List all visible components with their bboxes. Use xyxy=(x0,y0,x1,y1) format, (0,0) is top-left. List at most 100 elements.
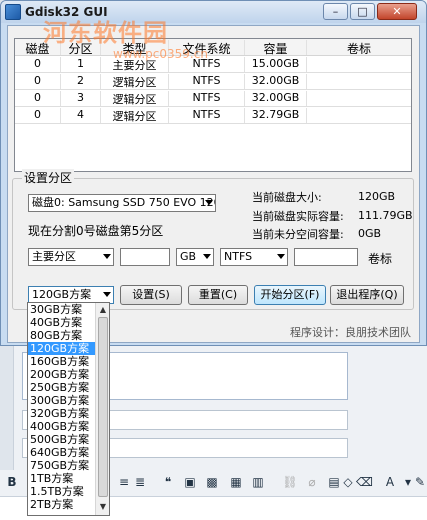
table-cell: NTFS xyxy=(169,74,245,89)
dropdown-option[interactable]: 1TB方案 xyxy=(28,472,96,485)
scheme-dropdown-list[interactable]: 30GB方案 40GB方案 80GB方案 120GB方案 160GB方案 200GB方案 2… xyxy=(27,302,110,516)
volume-label-text: 卷标 xyxy=(368,252,393,266)
dropdown-scrollbar[interactable]: ▲ ▼ xyxy=(95,303,109,515)
dropdown-option[interactable]: 30GB方案 xyxy=(28,303,96,316)
table-cell: NTFS xyxy=(169,108,245,123)
exit-button[interactable]: 退出程序(Q) xyxy=(330,285,404,305)
unlink-icon[interactable]: ⌀ xyxy=(304,474,320,490)
dropdown-option[interactable]: 500GB方案 xyxy=(28,433,96,446)
client-area: 磁盘 分区 类型 文件系统 容量 卷标 0 1 主要分区 NTFS 15.00G… xyxy=(7,25,420,343)
table-row[interactable]: 0 4 逻辑分区 NTFS 32.79GB xyxy=(15,107,411,124)
align-center-icon[interactable]: ≡ xyxy=(116,474,132,490)
dropdown-options: 30GB方案 40GB方案 80GB方案 120GB方案 160GB方案 200GB方案 2… xyxy=(28,303,96,511)
chevron-down-icon xyxy=(103,254,111,259)
column-header-volume[interactable]: 卷标 xyxy=(307,40,411,56)
dropdown-option[interactable]: 750GB方案 xyxy=(28,459,96,472)
dropdown-option[interactable]: 300GB方案 xyxy=(28,394,96,407)
partition-type-value: 主要分区 xyxy=(32,250,76,263)
start-partition-button[interactable]: 开始分区(F) xyxy=(254,285,326,305)
table-cell: 32.79GB xyxy=(245,108,307,123)
dropdown-option[interactable]: 250GB方案 xyxy=(28,381,96,394)
footer-credit: 程序设计：良朋技术团队 xyxy=(290,326,411,339)
dropdown-option[interactable]: 400GB方案 xyxy=(28,420,96,433)
table-cell: 32.00GB xyxy=(245,91,307,106)
dropdown-option[interactable]: 120GB方案 xyxy=(28,342,96,355)
gdisk-window: Gdisk32 GUI – □ ✕ 磁盘 分区 类型 文件系统 容量 卷标 0 … xyxy=(0,0,427,346)
bold-icon[interactable]: B xyxy=(4,474,20,490)
table-cell: NTFS xyxy=(169,91,245,106)
quote-icon[interactable]: ❝ xyxy=(160,474,176,490)
table-cell: 2 xyxy=(61,74,101,89)
minimize-button[interactable]: – xyxy=(323,3,348,20)
table-cell: 15.00GB xyxy=(245,57,307,72)
code-icon[interactable]: ◇ xyxy=(340,474,356,490)
watermark-text: 河东软件园 xyxy=(43,19,168,47)
table-cell: 3 xyxy=(61,91,101,106)
watermark-url: www.pc0359.cn xyxy=(113,47,208,61)
size-input[interactable] xyxy=(120,248,170,266)
table-cell xyxy=(307,91,411,106)
column-header-capacity[interactable]: 容量 xyxy=(245,40,307,56)
maximize-button[interactable]: □ xyxy=(350,3,375,20)
scroll-down-icon[interactable]: ▼ xyxy=(97,501,109,513)
film-icon[interactable]: ▥ xyxy=(250,474,266,490)
dropdown-option[interactable]: 320GB方案 xyxy=(28,407,96,420)
disk-size-value: 120GB xyxy=(358,190,396,203)
unallocated-value: 0GB xyxy=(358,227,382,240)
actual-capacity-label: 当前磁盘实际容量: xyxy=(252,210,344,223)
disk-select-value: 磁盘0: Samsung SSD 750 EVO 120 xyxy=(32,196,216,209)
unit-select[interactable]: GB xyxy=(176,248,214,266)
set-button[interactable]: 设置(S) xyxy=(120,285,182,305)
dropdown-option[interactable]: 80GB方案 xyxy=(28,329,96,342)
eraser-icon[interactable]: ⌫ xyxy=(356,474,373,490)
table-cell: 32.00GB xyxy=(245,74,307,89)
table-row[interactable]: 0 3 逻辑分区 NTFS 32.00GB xyxy=(15,90,411,107)
table-cell xyxy=(307,57,411,72)
table-row[interactable]: 0 1 主要分区 NTFS 15.00GB xyxy=(15,56,411,73)
dropdown-option[interactable]: 40GB方案 xyxy=(28,316,96,329)
filesystem-select[interactable]: NTFS xyxy=(220,248,288,266)
table-cell: 0 xyxy=(15,108,61,123)
font-color-icon[interactable]: A xyxy=(382,474,398,490)
picture-icon[interactable]: ▩ xyxy=(204,474,220,490)
align-right-icon[interactable]: ≣ xyxy=(132,474,148,490)
table-cell: 1 xyxy=(61,57,101,72)
link-icon[interactable]: ⛓ xyxy=(282,474,298,490)
actual-capacity-value: 111.79GB xyxy=(358,209,413,222)
disk-select[interactable]: 磁盘0: Samsung SSD 750 EVO 120 xyxy=(28,194,216,212)
image-icon[interactable]: ▣ xyxy=(182,474,198,490)
dropdown-option[interactable]: 2TB方案 xyxy=(28,498,96,511)
scroll-up-icon[interactable]: ▲ xyxy=(97,304,109,316)
scrollbar-thumb[interactable] xyxy=(98,317,108,497)
highlight-icon[interactable]: ✎ xyxy=(412,474,427,490)
partition-type-select[interactable]: 主要分区 xyxy=(28,248,114,266)
settings-group-label: 设置分区 xyxy=(22,169,75,186)
table-cell: 0 xyxy=(15,57,61,72)
chevron-down-icon xyxy=(203,254,211,259)
chevron-down-icon xyxy=(205,200,213,205)
close-button[interactable]: ✕ xyxy=(377,3,417,20)
insert-image-icon[interactable]: ▦ xyxy=(228,474,244,490)
table-cell: 逻辑分区 xyxy=(101,108,169,123)
partition-table[interactable]: 磁盘 分区 类型 文件系统 容量 卷标 0 1 主要分区 NTFS 15.00G… xyxy=(14,38,412,172)
unallocated-label: 当前未分空间容量: xyxy=(252,228,344,241)
dropdown-option[interactable]: 200GB方案 xyxy=(28,368,96,381)
filesystem-value: NTFS xyxy=(224,250,253,263)
dropdown-option[interactable]: 1.5TB方案 xyxy=(28,485,96,498)
dropdown-option[interactable]: 160GB方案 xyxy=(28,355,96,368)
volume-label-input[interactable] xyxy=(294,248,358,266)
reset-button[interactable]: 重置(C) xyxy=(188,285,248,305)
table-cell: 逻辑分区 xyxy=(101,91,169,106)
table-cell: 0 xyxy=(15,74,61,89)
table-cell xyxy=(307,74,411,89)
chevron-down-icon xyxy=(277,254,285,259)
dropdown-option[interactable]: 640GB方案 xyxy=(28,446,96,459)
chevron-down-icon xyxy=(103,292,111,297)
table-row[interactable]: 0 2 逻辑分区 NTFS 32.00GB xyxy=(15,73,411,90)
table-cell xyxy=(307,108,411,123)
disk-size-label: 当前磁盘大小: xyxy=(252,191,322,204)
scheme-value: 120GB方案 xyxy=(32,288,92,301)
table-cell: 逻辑分区 xyxy=(101,74,169,89)
table-cell: 0 xyxy=(15,91,61,106)
table-cell: 4 xyxy=(61,108,101,123)
